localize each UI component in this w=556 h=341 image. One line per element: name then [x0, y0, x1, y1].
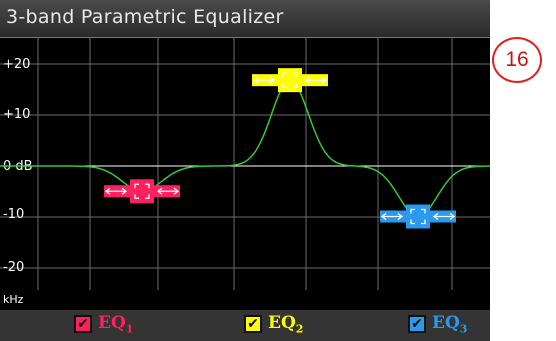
eq3-label-sub: 3	[459, 322, 468, 336]
eq2-checkbox[interactable]: ✔	[244, 315, 262, 333]
panel-title: 3-band Parametric Equalizer	[6, 6, 284, 28]
eq-response-graph[interactable]: +20 +10 0 dB -10 -20 kHz	[0, 38, 490, 310]
eq1-label-sub: 1	[125, 322, 134, 336]
eq1-label-text: EQ	[98, 312, 126, 333]
eq1-label: EQ1	[98, 313, 133, 335]
eq3-label-text: EQ	[432, 312, 460, 333]
eq2-label-sub: 2	[295, 322, 304, 336]
legend-eq3: ✔ EQ3	[408, 312, 467, 336]
eq3-handle-center	[406, 204, 430, 229]
equalizer-panel: 3-band Parametric Equalizer +20 +10 0 dB…	[0, 0, 490, 341]
y-label-plus20: +20	[3, 57, 30, 72]
y-label-minus10: -10	[3, 207, 24, 222]
x-axis-unit: kHz	[3, 293, 24, 306]
eq1-checkbox[interactable]: ✔	[74, 315, 92, 333]
eq2-label-text: EQ	[268, 312, 296, 333]
title-bar: 3-band Parametric Equalizer	[0, 0, 490, 38]
legend-eq1: ✔ EQ1	[74, 312, 133, 336]
annotation-number-badge: 16	[492, 37, 542, 83]
eq2-handle-center	[278, 68, 302, 93]
eq3-checkbox[interactable]: ✔	[408, 315, 426, 333]
graph-background	[0, 38, 490, 310]
eq3-label: EQ3	[432, 313, 467, 335]
y-label-minus20: -20	[3, 260, 24, 275]
eq2-label: EQ2	[268, 313, 303, 335]
y-label-plus10: +10	[3, 107, 30, 122]
legend-eq2: ✔ EQ2	[244, 312, 303, 336]
eq1-handle-center	[130, 179, 154, 204]
